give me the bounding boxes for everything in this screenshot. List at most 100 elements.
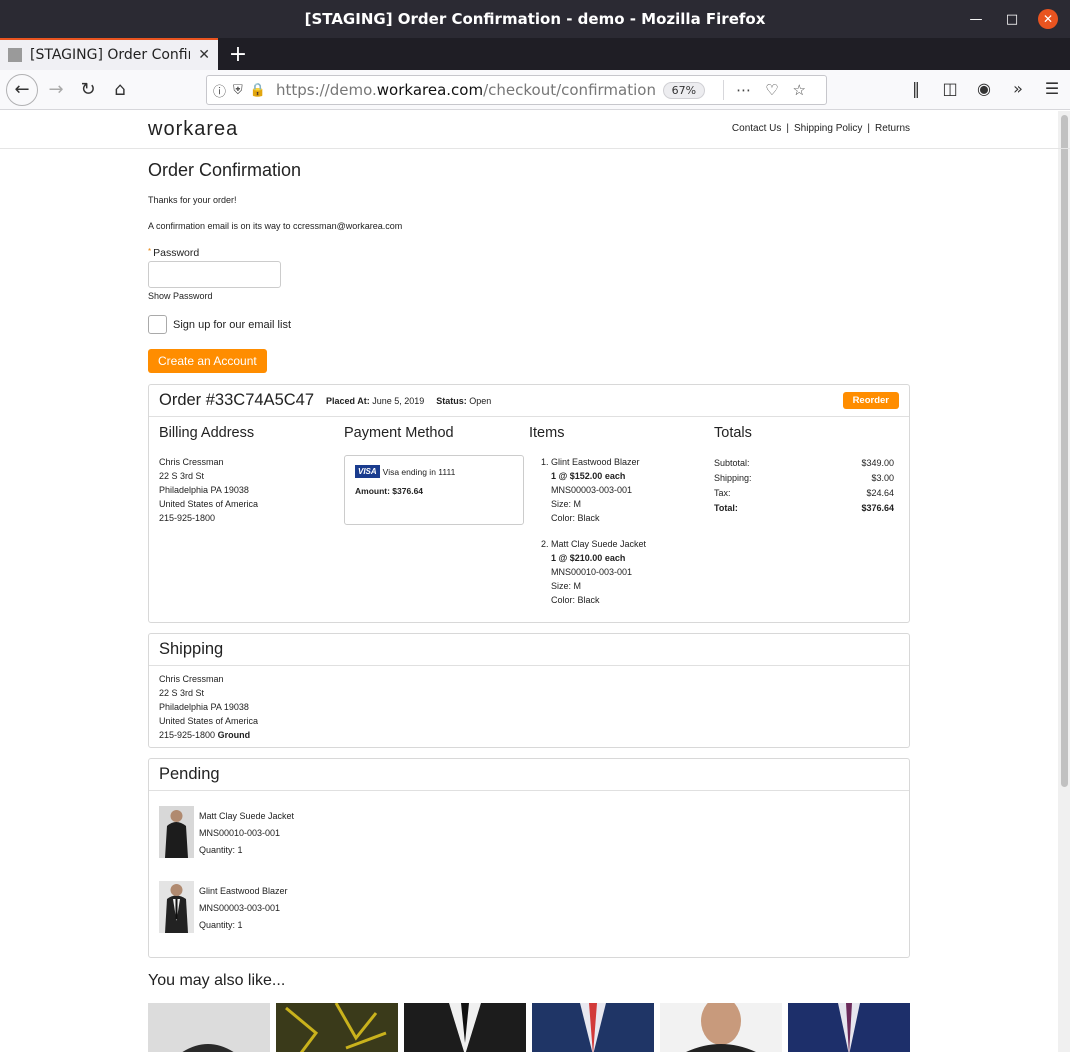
- site-logo[interactable]: workarea: [148, 118, 238, 141]
- order-items: Items Glint Eastwood Blazer 1 @ $152.00 …: [529, 425, 714, 619]
- shipping-title: Shipping: [159, 640, 224, 658]
- back-arrow-icon[interactable]: ←: [6, 73, 38, 106]
- browser-tab[interactable]: [STAGING] Order Confirm ✕: [0, 38, 218, 70]
- recommendation-image[interactable]: [276, 1003, 398, 1052]
- table-row: Total: $376.64: [714, 500, 894, 515]
- order-placed: Placed At: June 5, 2019: [326, 396, 424, 406]
- returns-link[interactable]: Returns: [875, 123, 910, 134]
- item-color: Color: Black: [551, 513, 600, 523]
- favicon-icon: [8, 48, 22, 62]
- visa-icon: VISA: [355, 465, 380, 478]
- home-icon[interactable]: ⌂: [104, 74, 136, 106]
- password-input[interactable]: [148, 261, 281, 288]
- shipping-phone-method: 215-925-1800 Ground: [159, 728, 899, 742]
- url-separator: [723, 80, 725, 100]
- window-title: [STAGING] Order Confirmation - demo - Mo…: [304, 10, 766, 28]
- new-tab-button[interactable]: +: [218, 38, 258, 70]
- item-name[interactable]: Glint Eastwood Blazer: [551, 455, 714, 469]
- create-account-button[interactable]: Create an Account: [148, 349, 267, 373]
- forward-arrow-icon[interactable]: →: [40, 74, 72, 106]
- overflow-icon[interactable]: »: [1008, 79, 1028, 98]
- card-text: Visa ending in 1111: [382, 466, 456, 477]
- lock-icon[interactable]: 🔒: [250, 83, 266, 98]
- recommendation-image[interactable]: [404, 1003, 526, 1052]
- close-tab-icon[interactable]: ✕: [198, 47, 210, 63]
- tab-label: [STAGING] Order Confirm: [30, 47, 191, 63]
- item-sku: MNS00003-003-001: [551, 485, 633, 495]
- payment-title: Payment Method: [344, 425, 454, 441]
- status-label: Status:: [436, 395, 467, 406]
- total-value: $24.64: [866, 487, 894, 498]
- shipping-line: United States of America: [159, 716, 259, 726]
- account-icon[interactable]: ◉: [974, 79, 994, 98]
- scrollbar-track[interactable]: [1058, 111, 1070, 1052]
- total-value: $376.64: [861, 502, 894, 513]
- utility-nav: Contact Us | Shipping Policy | Returns: [732, 123, 910, 134]
- pocket-icon[interactable]: ♡: [765, 81, 778, 99]
- shipping-header: Shipping: [149, 634, 909, 666]
- sidebar-icon[interactable]: ◫: [940, 79, 960, 98]
- shield-icon[interactable]: ⛨: [233, 83, 243, 98]
- order-number: Order #33C74A5C47: [159, 391, 315, 409]
- email-signup-label[interactable]: Sign up for our email list: [173, 319, 291, 331]
- zoom-indicator[interactable]: 67%: [662, 81, 706, 99]
- url-domain: workarea.com: [376, 81, 484, 99]
- total-label: Subtotal:: [714, 457, 750, 468]
- total-label: Total:: [714, 502, 738, 513]
- close-window-icon[interactable]: ✕: [1038, 9, 1058, 29]
- billing-line: United States of America: [159, 499, 259, 509]
- reload-icon[interactable]: ↻: [72, 74, 104, 106]
- info-icon[interactable]: ⓘ: [213, 81, 226, 100]
- pending-panel: Pending Matt Clay Suede Jacket MNS00010-…: [148, 758, 910, 958]
- url-bar[interactable]: ⓘ ⛨ 🔒 https://demo.workarea.com/checkout…: [206, 75, 827, 105]
- bookmark-star-icon[interactable]: ☆: [793, 81, 806, 99]
- pending-item-qty: Quantity: 1: [199, 920, 243, 930]
- item-name[interactable]: Matt Clay Suede Jacket: [551, 537, 714, 551]
- url-text[interactable]: https://demo.workarea.com/checkout/confi…: [276, 81, 663, 99]
- shipping-method: Ground: [217, 730, 251, 740]
- list-item: Glint Eastwood Blazer MNS00003-003-001 Q…: [149, 881, 909, 934]
- recommendation-image[interactable]: [532, 1003, 654, 1052]
- shipping-line: 22 S 3rd St: [159, 688, 205, 698]
- table-row: Tax: $24.64: [714, 485, 894, 500]
- contact-us-link[interactable]: Contact Us: [732, 123, 781, 134]
- recommendation-image[interactable]: [148, 1003, 270, 1052]
- shipping-policy-link[interactable]: Shipping Policy: [794, 123, 862, 134]
- recommendation-image[interactable]: [788, 1003, 910, 1052]
- main-content: Order Confirmation Thanks for your order…: [148, 160, 910, 1052]
- minimize-icon[interactable]: —: [966, 9, 986, 29]
- product-thumbnail[interactable]: [159, 806, 194, 858]
- billing-title: Billing Address: [159, 425, 255, 441]
- email-signup-checkbox[interactable]: [148, 315, 167, 334]
- required-mark: *: [148, 247, 152, 256]
- toolbar-right: ‖ ◫ ◉ » ☰: [906, 79, 1062, 98]
- reorder-button[interactable]: Reorder: [842, 392, 899, 409]
- total-value: $3.00: [871, 472, 894, 483]
- status-value: Open: [469, 395, 492, 406]
- pending-title: Pending: [159, 765, 220, 783]
- library-icon[interactable]: ‖: [906, 79, 926, 98]
- items-title: Items: [529, 425, 565, 441]
- maximize-icon[interactable]: □: [1002, 9, 1022, 29]
- thanks-message: Thanks for your order!: [148, 195, 237, 205]
- more-actions-icon[interactable]: ⋯: [736, 81, 751, 99]
- confirmation-email-message: A confirmation email is on its way to cc…: [148, 221, 403, 231]
- order-summary-panel: Order #33C74A5C47 Placed At: June 5, 201…: [148, 384, 910, 623]
- recommendations-title: You may also like...: [148, 972, 286, 989]
- placed-value: June 5, 2019: [372, 395, 425, 406]
- item-size: Size: M: [551, 499, 582, 509]
- pending-item-name[interactable]: Glint Eastwood Blazer: [199, 883, 288, 900]
- page-viewport: workarea Contact Us | Shipping Policy | Retu…: [0, 111, 1070, 1052]
- menu-icon[interactable]: ☰: [1042, 79, 1062, 98]
- product-thumbnail[interactable]: [159, 881, 194, 933]
- window-titlebar: [STAGING] Order Confirmation - demo - Mo…: [0, 0, 1070, 38]
- order-totals: Totals Subtotal: $349.00 Shipping: $3.00 T…: [714, 425, 899, 619]
- list-item: Matt Clay Suede Jacket 1 @ $210.00 each …: [551, 537, 714, 607]
- shipping-line: Philadelphia PA 19038: [159, 702, 249, 712]
- recommendation-image[interactable]: [660, 1003, 782, 1052]
- scrollbar-thumb[interactable]: [1061, 115, 1068, 787]
- show-password-link[interactable]: Show Password: [148, 291, 910, 301]
- pending-item-name[interactable]: Matt Clay Suede Jacket: [199, 808, 294, 825]
- shipping-address: Chris Cressman 22 S 3rd St Philadelphia …: [149, 666, 909, 748]
- pending-item-sku: MNS00010-003-001: [199, 828, 281, 838]
